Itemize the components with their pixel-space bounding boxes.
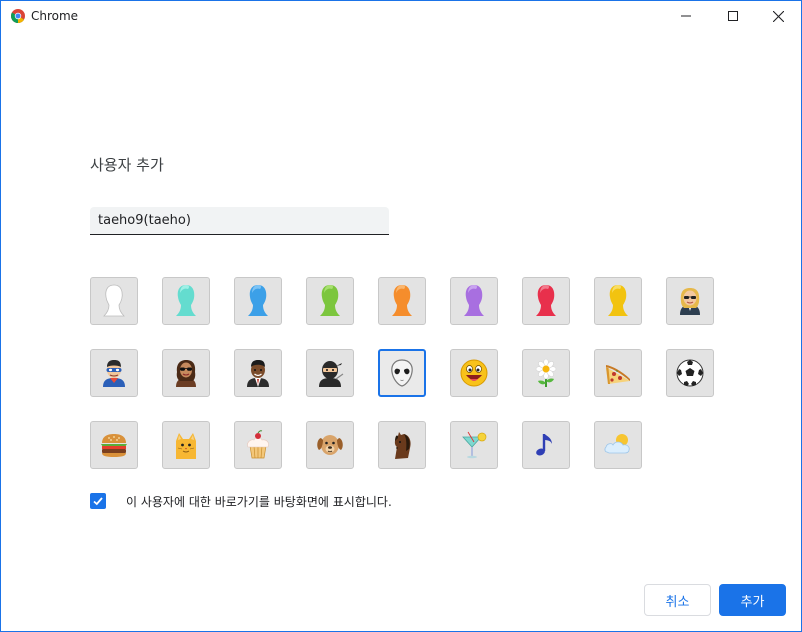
- pizza-icon: [606, 365, 630, 384]
- profile-name-input[interactable]: [90, 207, 389, 235]
- dog-icon: [317, 435, 343, 455]
- avatar-smiley[interactable]: [450, 349, 498, 397]
- flower-icon: [535, 358, 557, 387]
- desktop-shortcut-label: 이 사용자에 대한 바로가기를 바탕화면에 표시합니다.: [126, 495, 392, 509]
- maximize-button[interactable]: [710, 1, 756, 31]
- chrome-logo-icon: [11, 9, 25, 23]
- avatar-sun-cloud[interactable]: [594, 421, 642, 469]
- avatar-silhouette-yellow-icon: [608, 285, 628, 316]
- cat-icon: [176, 433, 196, 459]
- music-note-icon: [536, 434, 552, 456]
- woman-sunglasses-icon: [176, 360, 196, 387]
- avatar-silhouette-green-icon: [320, 285, 340, 316]
- businessman-icon: [247, 360, 269, 387]
- smiley-icon: [460, 359, 488, 387]
- avatar-flower[interactable]: [522, 349, 570, 397]
- avatar-superhero[interactable]: [90, 349, 138, 397]
- avatar-alien[interactable]: [378, 349, 426, 397]
- cupcake-icon: [247, 430, 269, 459]
- avatar-generic-purple[interactable]: [450, 277, 498, 325]
- avatar-horse[interactable]: [378, 421, 426, 469]
- cancel-button[interactable]: 취소: [644, 584, 711, 616]
- burger-icon: [101, 434, 127, 457]
- chrome-window: Chrome 사용자 추가 taeho9(taeho) 이 사용자에 대한 바로…: [0, 0, 802, 632]
- ninja-icon: [319, 361, 344, 387]
- avatar-woman-sunglasses[interactable]: [162, 349, 210, 397]
- avatar-cupcake[interactable]: [234, 421, 282, 469]
- avatar-silhouette-purple-icon: [464, 285, 484, 316]
- avatar-ninja[interactable]: [306, 349, 354, 397]
- checkmark-icon: [93, 497, 103, 506]
- avatar-generic-green[interactable]: [306, 277, 354, 325]
- avatar-generic-blue[interactable]: [234, 277, 282, 325]
- page-title: 사용자 추가: [90, 156, 164, 174]
- minimize-button[interactable]: [663, 1, 709, 31]
- maximize-icon: [728, 11, 738, 21]
- avatar-silhouette-orange-icon: [392, 285, 412, 316]
- avatar-generic-white[interactable]: [90, 277, 138, 325]
- avatar-generic-yellow[interactable]: [594, 277, 642, 325]
- avatar-silhouette-blue-icon: [248, 285, 268, 316]
- avatar-cat[interactable]: [162, 421, 210, 469]
- superhero-icon: [103, 360, 125, 387]
- avatar-generic-cyan[interactable]: [162, 277, 210, 325]
- avatar-pizza[interactable]: [594, 349, 642, 397]
- avatar-silhouette-cyan-icon: [176, 285, 196, 316]
- desktop-shortcut-checkbox[interactable]: [90, 493, 106, 509]
- soccer-ball-icon: [676, 359, 704, 387]
- avatar-music-note[interactable]: [522, 421, 570, 469]
- close-icon: [772, 10, 784, 22]
- add-button[interactable]: 추가: [719, 584, 786, 616]
- avatar-soccer-ball[interactable]: [666, 349, 714, 397]
- window-title: Chrome: [31, 9, 79, 23]
- minimize-icon: [681, 15, 691, 17]
- avatar-generic-red[interactable]: [522, 277, 570, 325]
- title-bar: Chrome: [1, 1, 801, 31]
- avatar-businessman[interactable]: [234, 349, 282, 397]
- avatar-dog[interactable]: [306, 421, 354, 469]
- close-button[interactable]: [755, 1, 801, 31]
- avatar-generic-orange[interactable]: [378, 277, 426, 325]
- businesswoman-icon: [680, 288, 700, 315]
- horse-icon: [394, 432, 411, 459]
- sun-cloud-icon: [604, 434, 630, 454]
- avatar-businesswoman[interactable]: [666, 277, 714, 325]
- cocktail-icon: [462, 431, 487, 459]
- avatar-silhouette-white-icon: [103, 284, 125, 317]
- alien-icon: [391, 359, 413, 387]
- avatar-burger[interactable]: [90, 421, 138, 469]
- avatar-cocktail[interactable]: [450, 421, 498, 469]
- avatar-silhouette-red-icon: [536, 285, 556, 316]
